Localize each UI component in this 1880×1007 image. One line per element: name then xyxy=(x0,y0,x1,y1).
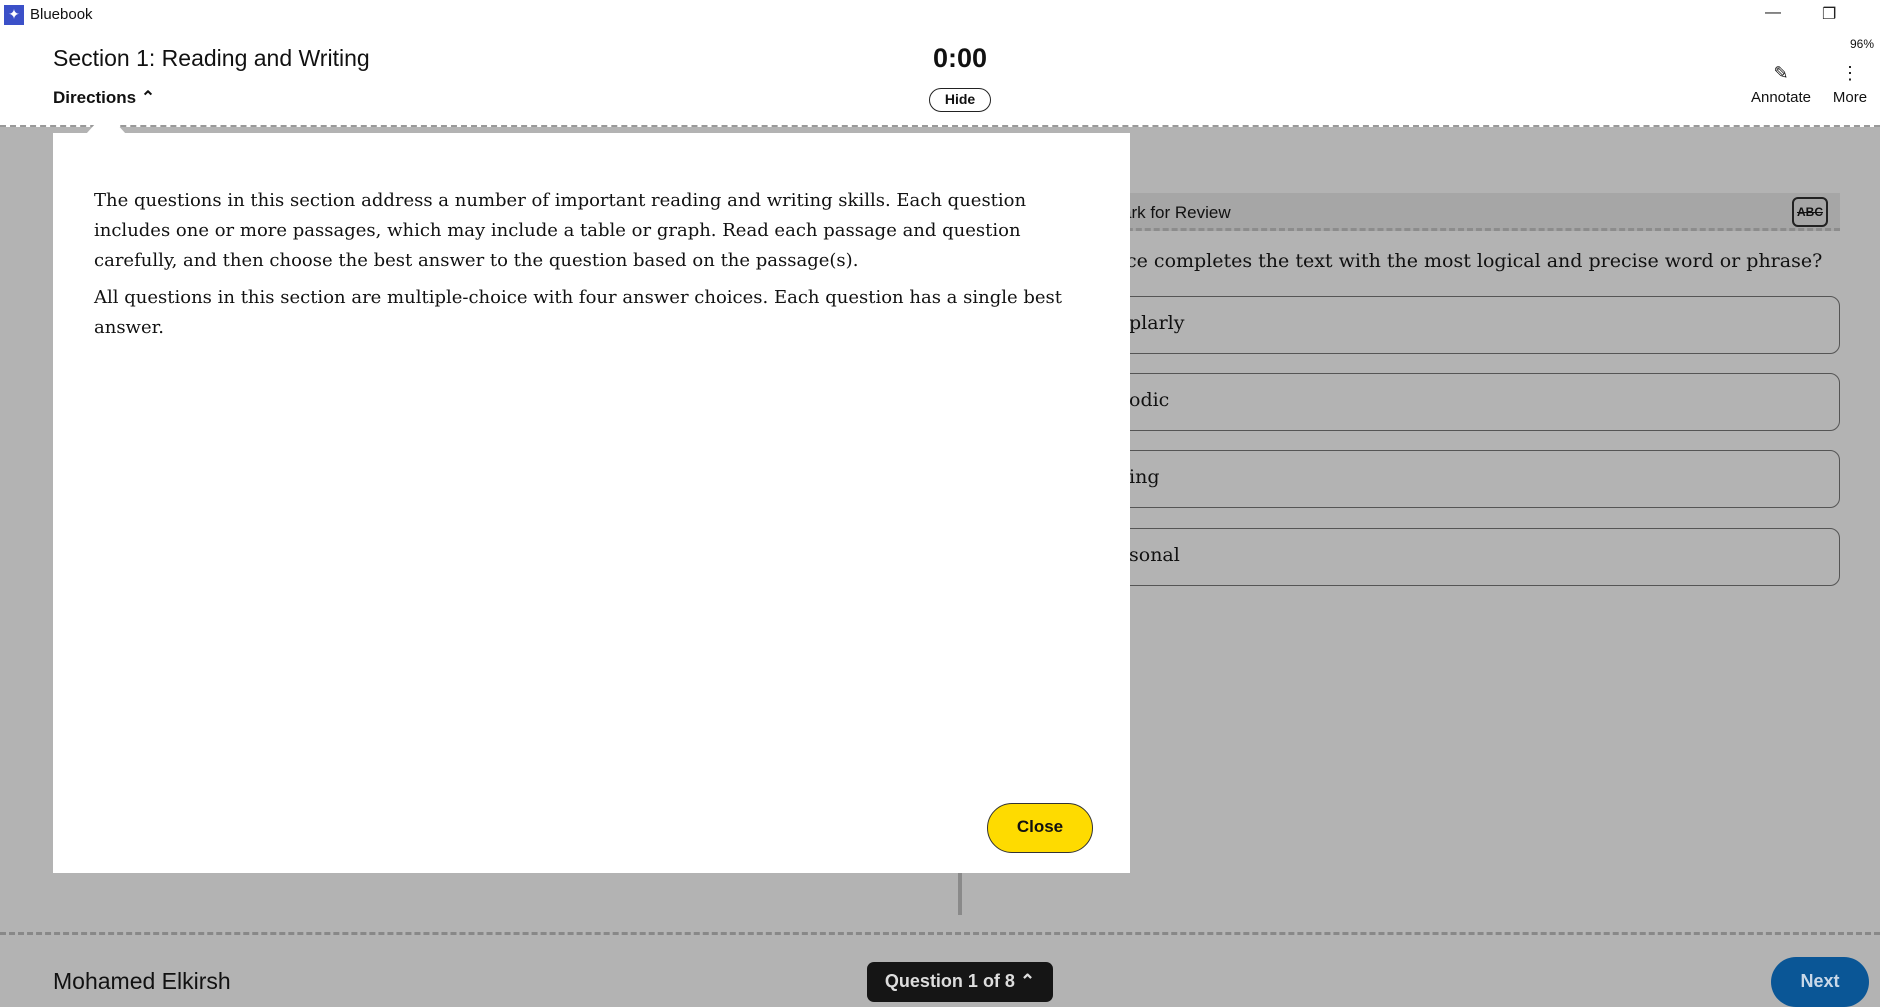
footer-divider xyxy=(0,932,1880,935)
directions-paragraph: All questions in this section are multip… xyxy=(94,287,1062,338)
question-navigator-button[interactable]: Question 1 of 8 ⌃ xyxy=(867,962,1053,1002)
directions-toggle[interactable]: Directions ⌃ xyxy=(53,88,155,108)
more-label: More xyxy=(1832,89,1868,106)
answer-option[interactable]: sonal xyxy=(1060,528,1840,586)
more-vertical-icon: ⋮ xyxy=(1841,63,1859,83)
more-button[interactable]: ⋮ More xyxy=(1828,63,1872,106)
bluebook-logo-icon: ✦ xyxy=(4,4,24,25)
answer-option[interactable]: ing xyxy=(1060,450,1840,508)
close-button[interactable]: Close xyxy=(987,803,1093,853)
panel-resize-handle[interactable] xyxy=(958,873,962,915)
annotate-button[interactable]: ✎ Annotate xyxy=(1748,63,1814,106)
directions-pointer xyxy=(86,112,126,134)
app-title: Bluebook xyxy=(30,6,93,23)
mark-for-review-toggle[interactable]: ark for Review xyxy=(1122,203,1231,222)
exam-header: Section 1: Reading and Writing Direction… xyxy=(0,29,1880,127)
answer-option[interactable]: plarly xyxy=(1060,296,1840,354)
directions-modal: The questions in this section address a … xyxy=(53,133,1130,873)
question-nav-label: Question 1 of 8 xyxy=(884,971,1015,991)
chevron-up-icon: ⌃ xyxy=(1019,971,1036,991)
next-button[interactable]: Next xyxy=(1771,957,1869,1007)
student-name: Mohamed Elkirsh xyxy=(53,968,231,994)
annotate-label: Annotate xyxy=(1750,89,1812,106)
directions-label: Directions xyxy=(53,88,137,107)
title-bar: ✦ Bluebook — ❐ xyxy=(0,0,1880,29)
timer: 0:00 xyxy=(932,43,988,73)
hide-timer-button[interactable]: Hide xyxy=(929,88,991,112)
pencil-icon: ✎ xyxy=(1773,63,1789,83)
zoom-level: 96% xyxy=(1849,37,1874,51)
restore-icon[interactable]: ❐ xyxy=(1822,4,1836,24)
chevron-up-icon: ⌃ xyxy=(140,88,156,107)
answer-option[interactable]: odic xyxy=(1060,373,1840,431)
question-prompt: ce completes the text with the most logi… xyxy=(1126,250,1823,272)
directions-paragraph: The questions in this section address a … xyxy=(94,190,1027,271)
mark-for-review-bar: ark for Review ABC xyxy=(1100,193,1840,231)
directions-text: The questions in this section address a … xyxy=(94,186,1094,350)
answer-eliminator-abc-icon[interactable]: ABC xyxy=(1792,197,1828,227)
minimize-icon[interactable]: — xyxy=(1765,4,1781,22)
